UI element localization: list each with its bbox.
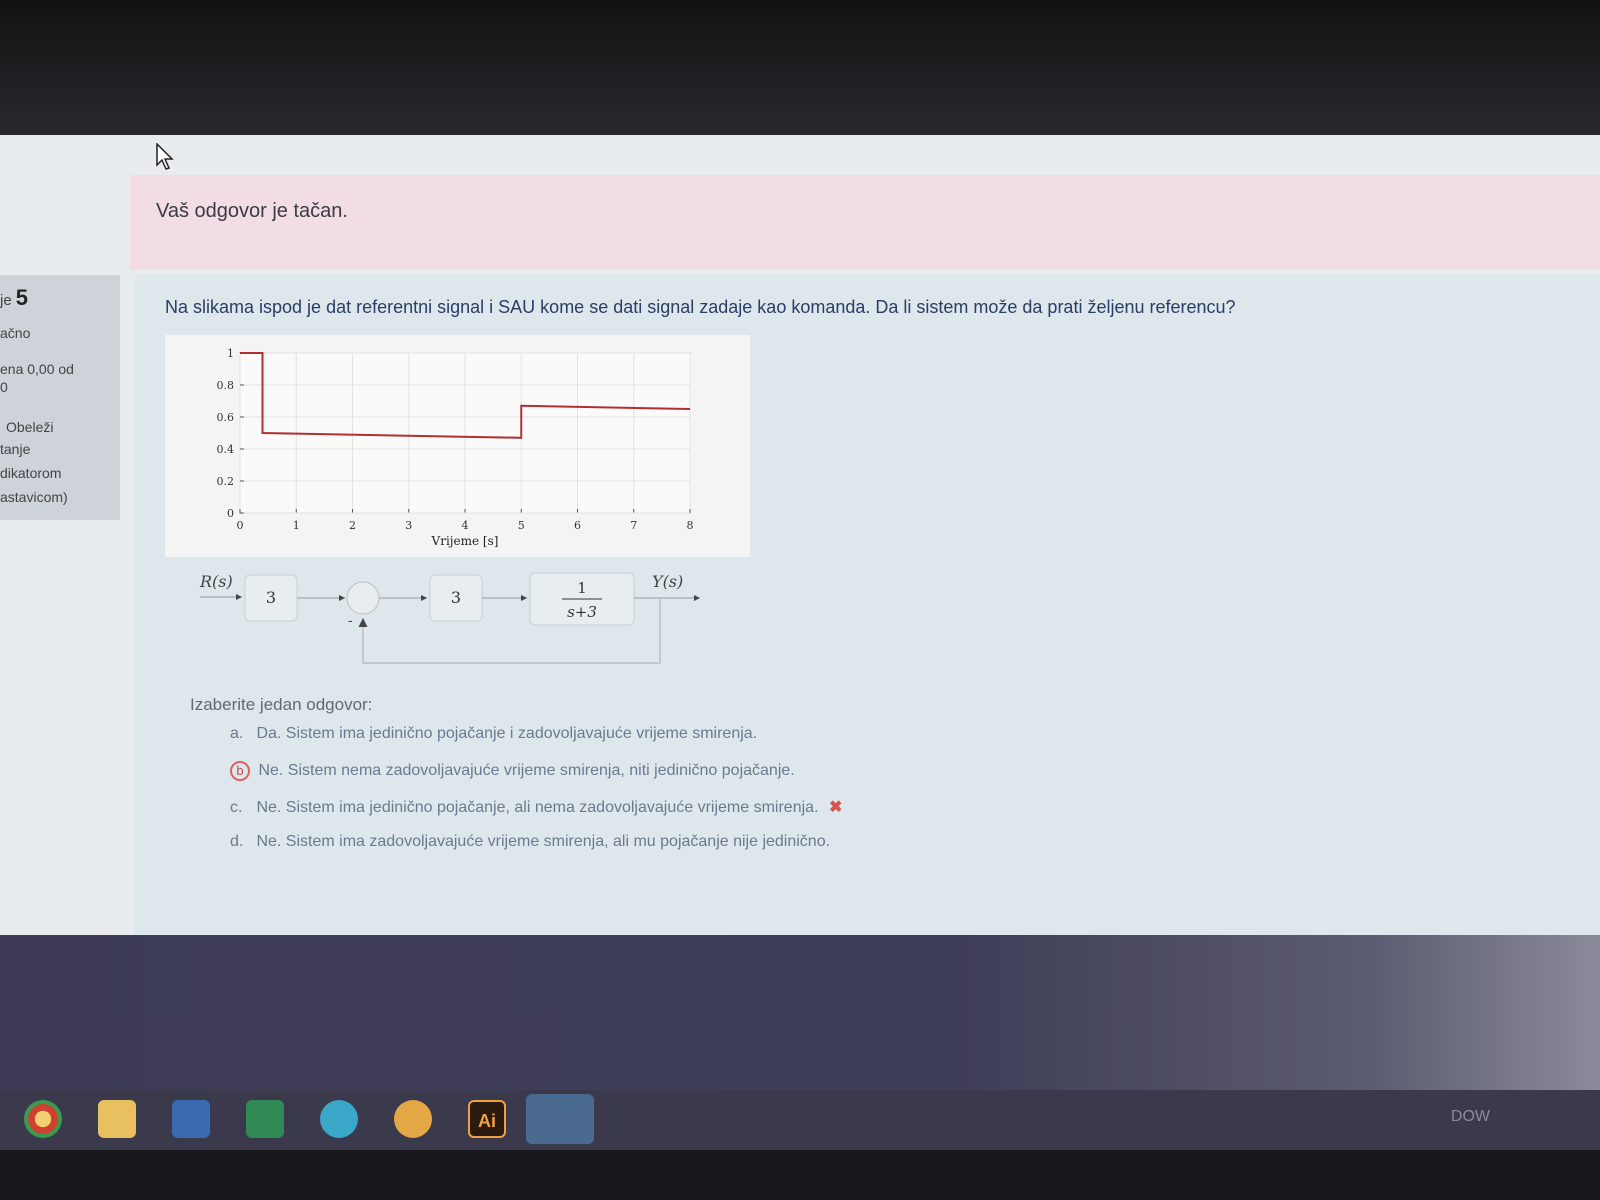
x-tick-label: 8 (687, 519, 694, 532)
tf-numerator: 1 (577, 579, 587, 597)
taskbar: Ai DOW (0, 1090, 1600, 1150)
tf-denominator: s+3 (567, 603, 597, 621)
flag-line2: tanje (0, 441, 31, 457)
answer-text-b: Ne. Sistem nema zadovoljavajuće vrijeme … (258, 762, 795, 779)
chrome-icon[interactable] (24, 1100, 62, 1138)
feedback-text: Vaš odgovor je tačan. (156, 200, 348, 222)
question-content: Na slikama ispod je dat referentni signa… (135, 275, 1600, 935)
question-state: ačno (0, 325, 31, 341)
question-info-panel: je 5 ačno ena 0,00 od 0 Obeleži tanje dik… (0, 275, 120, 520)
question-prefix: je (0, 292, 12, 309)
excel-icon[interactable] (246, 1100, 284, 1138)
x-tick-label: 2 (349, 519, 356, 532)
answer-option-a[interactable]: a. Da. Sistem ima jedinično pojačanje i … (230, 725, 1090, 761)
x-tick-label: 7 (630, 519, 637, 532)
question-number: je 5 (0, 285, 28, 311)
x-tick-label: 4 (462, 519, 469, 532)
answer-option-d[interactable]: d. Ne. Sistem ima zadovoljavajuće vrijem… (230, 833, 1090, 869)
x-tick-label: 6 (574, 519, 581, 532)
monitor-bezel-top (0, 0, 1600, 140)
output-label: Y(s) (652, 572, 683, 591)
gain2-text: 3 (451, 588, 461, 607)
question-text: Na slikama ispod je dat referentni signa… (165, 297, 1236, 317)
answer-option-c[interactable]: c. Ne. Sistem ima jedinično pojačanje, a… (230, 797, 1090, 833)
y-tick-label: 0.4 (217, 443, 235, 456)
answer-letter-d: d. (230, 833, 244, 850)
answer-text-d: Ne. Sistem ima zadovoljavajuće vrijeme s… (256, 833, 831, 850)
answer-option-b[interactable]: b Ne. Sistem nema zadovoljavajuće vrijem… (230, 761, 1090, 797)
gain1-text: 3 (266, 588, 276, 607)
photos-icon[interactable] (526, 1094, 594, 1144)
x-axis-label: Vrijeme [s] (431, 534, 499, 548)
edge-icon[interactable] (320, 1100, 358, 1138)
answer-prompt: Izaberite jedan odgovor: (190, 695, 373, 714)
quiz-page: Vaš odgovor je tačan. je 5 ačno ena 0,00 … (0, 135, 1600, 935)
answer-letter-a: a. (230, 725, 244, 742)
y-tick-label: 0 (227, 507, 234, 520)
answer-text-c: Ne. Sistem ima jedinično pojačanje, ali … (256, 799, 819, 816)
illustrator-icon[interactable]: Ai (468, 1100, 506, 1138)
x-tick-label: 0 (237, 519, 244, 532)
x-tick-label: 5 (518, 519, 525, 532)
file-explorer-icon[interactable] (98, 1100, 136, 1138)
word-icon[interactable] (172, 1100, 210, 1138)
app-icon[interactable] (394, 1100, 432, 1138)
chart-svg: 0 1 2 3 4 5 6 7 8 0 0.2 0.4 0.6 0.8 1 Vrijeme [s] (217, 347, 694, 548)
question-grade-line1: ena 0,00 od (0, 361, 74, 377)
x-tick-label: 3 (405, 519, 412, 532)
question-grade-line2: 0 (0, 379, 8, 395)
block-diagram: R(s) 3 - 3 1 s+3 Y(s) (190, 565, 710, 675)
answer-letter-c: c. (230, 799, 243, 816)
answer-options: a. Da. Sistem ima jedinično pojačanje i … (190, 725, 1090, 869)
x-tick-label: 1 (293, 519, 300, 532)
flag-question-link[interactable]: Obeleži (6, 419, 53, 435)
reference-signal-chart: 0 1 2 3 4 5 6 7 8 0 0.2 0.4 0.6 0.8 1 Vrijeme [s] (165, 335, 750, 557)
monitor-bezel-bottom (0, 1150, 1600, 1200)
feedback-banner: Vaš odgovor je tačan. (130, 175, 1600, 270)
y-tick-label: 1 (227, 347, 234, 360)
summing-junction (346, 581, 380, 615)
y-tick-label: 0.2 (217, 475, 235, 488)
question-number-value: 5 (15, 285, 28, 310)
y-tick-label: 0.8 (217, 379, 235, 392)
incorrect-x-icon: ✖ (828, 799, 843, 816)
answer-letter-b: b (230, 761, 250, 781)
flag-line3: dikatorom (0, 465, 62, 481)
screen: Vaš odgovor je tačan. je 5 ačno ena 0,00 … (0, 135, 1600, 1165)
block-diagram-svg: R(s) 3 - 3 1 s+3 Y(s) (199, 572, 700, 664)
mouse-cursor-icon (156, 143, 174, 170)
y-tick-label: 0.6 (217, 411, 235, 424)
answer-text-a: Da. Sistem ima jedinično pojačanje i zad… (256, 725, 758, 742)
answer-block: Izaberite jedan odgovor: a. Da. Sistem i… (190, 695, 1090, 869)
input-label: R(s) (199, 572, 233, 591)
flag-line4: astavicom) (0, 489, 68, 505)
minus-sign: - (348, 613, 353, 629)
taskbar-label: DOW (1450, 1108, 1490, 1125)
